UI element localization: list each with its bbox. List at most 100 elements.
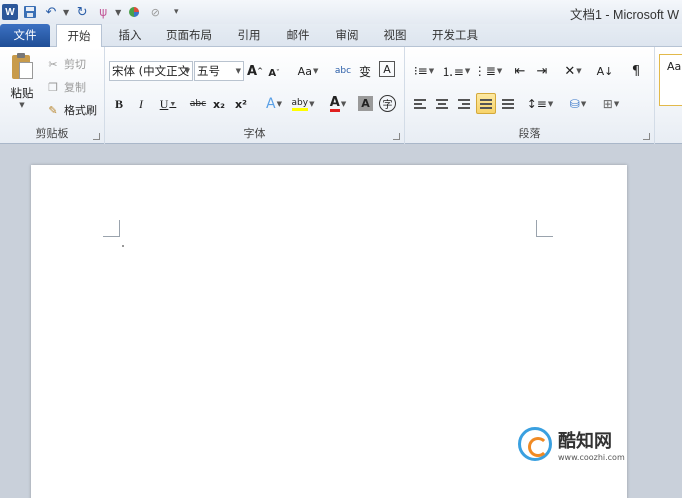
style-normal-preview[interactable]: Aa (659, 54, 682, 106)
clear-format-button[interactable]: abc (334, 61, 352, 81)
font-name-combo[interactable]: 宋体 (中文正文 ▼ (109, 61, 193, 81)
show-marks-button[interactable]: ¶ (627, 61, 645, 81)
format-painter-button[interactable]: ✎ 格式刷 (46, 101, 97, 119)
superscript-icon: x² (235, 97, 247, 111)
numbering-button[interactable]: ⒈≡ ▼ (441, 61, 470, 81)
numbering-icon: ⒈≡ (441, 64, 464, 79)
align-center-button[interactable] (433, 94, 451, 114)
distributed-button[interactable] (499, 94, 517, 114)
style-preview-text: Aa (667, 60, 682, 73)
phonetic-guide-icon: 变 (358, 64, 371, 79)
character-border-button[interactable]: A (379, 61, 395, 77)
shading-button[interactable]: ⛁ ▼ (565, 94, 591, 114)
bold-button[interactable]: B (111, 94, 127, 114)
grow-font-button[interactable]: A ^ (247, 61, 263, 81)
tab-page-layout[interactable]: 页面布局 (159, 24, 219, 47)
align-center-icon (436, 98, 448, 110)
decrease-indent-button[interactable]: ⇤ (511, 61, 529, 81)
align-left-button[interactable] (411, 94, 429, 114)
multilevel-list-button[interactable]: ⋮≣ ▼ (473, 61, 502, 81)
clipboard-launcher-icon[interactable] (93, 133, 100, 140)
font-color-icon: A (329, 95, 340, 112)
watermark-url: www.coozhi.com (558, 452, 625, 462)
tab-view[interactable]: 视图 (375, 24, 415, 47)
margin-corner-top-right (536, 220, 553, 237)
quick-access-toolbar: W ↶ ▼ ↻ ψ ▼ ⊘ ▾ (0, 0, 188, 24)
highlight-icon: aby (291, 98, 309, 111)
undo-icon[interactable]: ↶ (42, 3, 60, 21)
bullets-icon: ⁝≡ (413, 64, 428, 78)
bullets-button[interactable]: ⁝≡ ▼ (411, 61, 437, 81)
paragraph-group: ⁝≡ ▼ ⒈≡ ▼ ⋮≣ ▼ ⇤ ⇥ ✕ ▼ A↓ ¶ ↕≡ ▼ ⛁ ▼ ⊞ ▼… (405, 47, 655, 144)
justify-icon (480, 98, 492, 110)
paste-button[interactable]: 粘贴 ▼ (6, 53, 38, 123)
highlight-button[interactable]: aby ▼ (290, 94, 316, 114)
paint-bucket-icon: ⛁ (569, 97, 580, 111)
text-effects-icon: A (266, 96, 276, 112)
paste-dropdown-icon[interactable]: ▼ (6, 101, 38, 109)
font-size-combo[interactable]: 五号 ▼ (194, 61, 244, 81)
brush-dropdown-icon[interactable]: ▼ (115, 8, 121, 17)
tab-home[interactable]: 开始 (56, 24, 102, 48)
borders-button[interactable]: ⊞ ▼ (598, 94, 624, 114)
cut-label: 剪切 (64, 58, 86, 71)
paragraph-group-label: 段落 (518, 127, 541, 140)
copy-button[interactable]: ❐ 复制 (46, 78, 86, 96)
change-case-button[interactable]: Aa ▼ (295, 61, 321, 81)
shrink-font-button[interactable]: Aˇ (267, 63, 281, 83)
italic-button[interactable]: I (133, 94, 149, 114)
font-name-value: 宋体 (中文正文 (112, 64, 190, 78)
text-cursor (122, 245, 124, 247)
redo-icon[interactable]: ↻ (73, 3, 91, 21)
tab-references[interactable]: 引用 (229, 24, 269, 47)
cut-button[interactable]: ✂ 剪切 (46, 55, 86, 73)
subscript-button[interactable]: x₂ (211, 94, 227, 114)
asian-layout-button[interactable]: ✕ ▼ (560, 61, 586, 81)
font-color-button[interactable]: A ▼ (325, 94, 351, 114)
undo-dropdown-icon[interactable]: ▼ (63, 8, 69, 17)
tab-review[interactable]: 审阅 (327, 24, 367, 47)
increase-indent-button[interactable]: ⇥ (533, 61, 551, 81)
color-wheel-icon[interactable] (125, 3, 143, 21)
font-size-value: 五号 (197, 64, 220, 78)
clipboard-group-label: 剪贴板 (35, 127, 69, 140)
tab-file[interactable]: 文件 (0, 24, 50, 47)
text-effects-button[interactable]: A ▼ (262, 94, 286, 114)
paragraph-launcher-icon[interactable] (643, 133, 650, 140)
borders-icon: ⊞ (602, 97, 613, 111)
paste-label: 粘贴 (10, 86, 34, 100)
strikethrough-button[interactable]: abc (189, 94, 207, 114)
phonetic-guide-button[interactable]: 变 (356, 61, 374, 81)
tab-mailings[interactable]: 邮件 (278, 24, 318, 47)
superscript-button[interactable]: x² (233, 94, 249, 114)
align-right-button[interactable] (455, 94, 473, 114)
tab-developer[interactable]: 开发工具 (425, 24, 485, 47)
bold-icon: B (114, 96, 123, 111)
font-launcher-icon[interactable] (393, 133, 400, 140)
italic-icon: I (139, 96, 143, 111)
coozhi-logo-icon (518, 427, 552, 461)
eraser-icon[interactable]: ⊘ (146, 3, 164, 21)
multilevel-list-icon: ⋮≣ (473, 64, 496, 78)
brush-icon[interactable]: ψ (94, 3, 112, 21)
scissors-icon: ✂ (48, 57, 58, 71)
font-group: 宋体 (中文正文 ▼ 五号 ▼ A^ Aˇ Aa▼ abc 变 A B I (105, 47, 405, 144)
line-spacing-button[interactable]: ↕≡ ▼ (527, 94, 554, 114)
site-watermark: 酷知网 www.coozhi.com (518, 418, 658, 470)
character-shading-button[interactable]: A (358, 96, 373, 111)
strikethrough-icon: abc (189, 99, 207, 109)
underline-button[interactable]: U ▼ (155, 94, 181, 114)
chevron-down-icon: ▼ (235, 67, 241, 75)
word-app-icon[interactable]: W (2, 4, 18, 20)
paste-icon (10, 53, 34, 81)
save-icon[interactable] (21, 3, 39, 21)
justify-button[interactable] (476, 93, 496, 114)
sort-button[interactable]: A↓ (595, 61, 615, 81)
tab-insert[interactable]: 插入 (110, 24, 150, 47)
character-shading-icon: A (361, 97, 370, 110)
paragraph-mark-icon: ¶ (631, 63, 641, 79)
enclose-characters-button[interactable]: 字 (379, 95, 396, 112)
asian-layout-icon: ✕ (564, 63, 576, 79)
customize-qat-icon[interactable]: ▾ (167, 3, 185, 21)
sort-icon: A↓ (596, 64, 614, 78)
